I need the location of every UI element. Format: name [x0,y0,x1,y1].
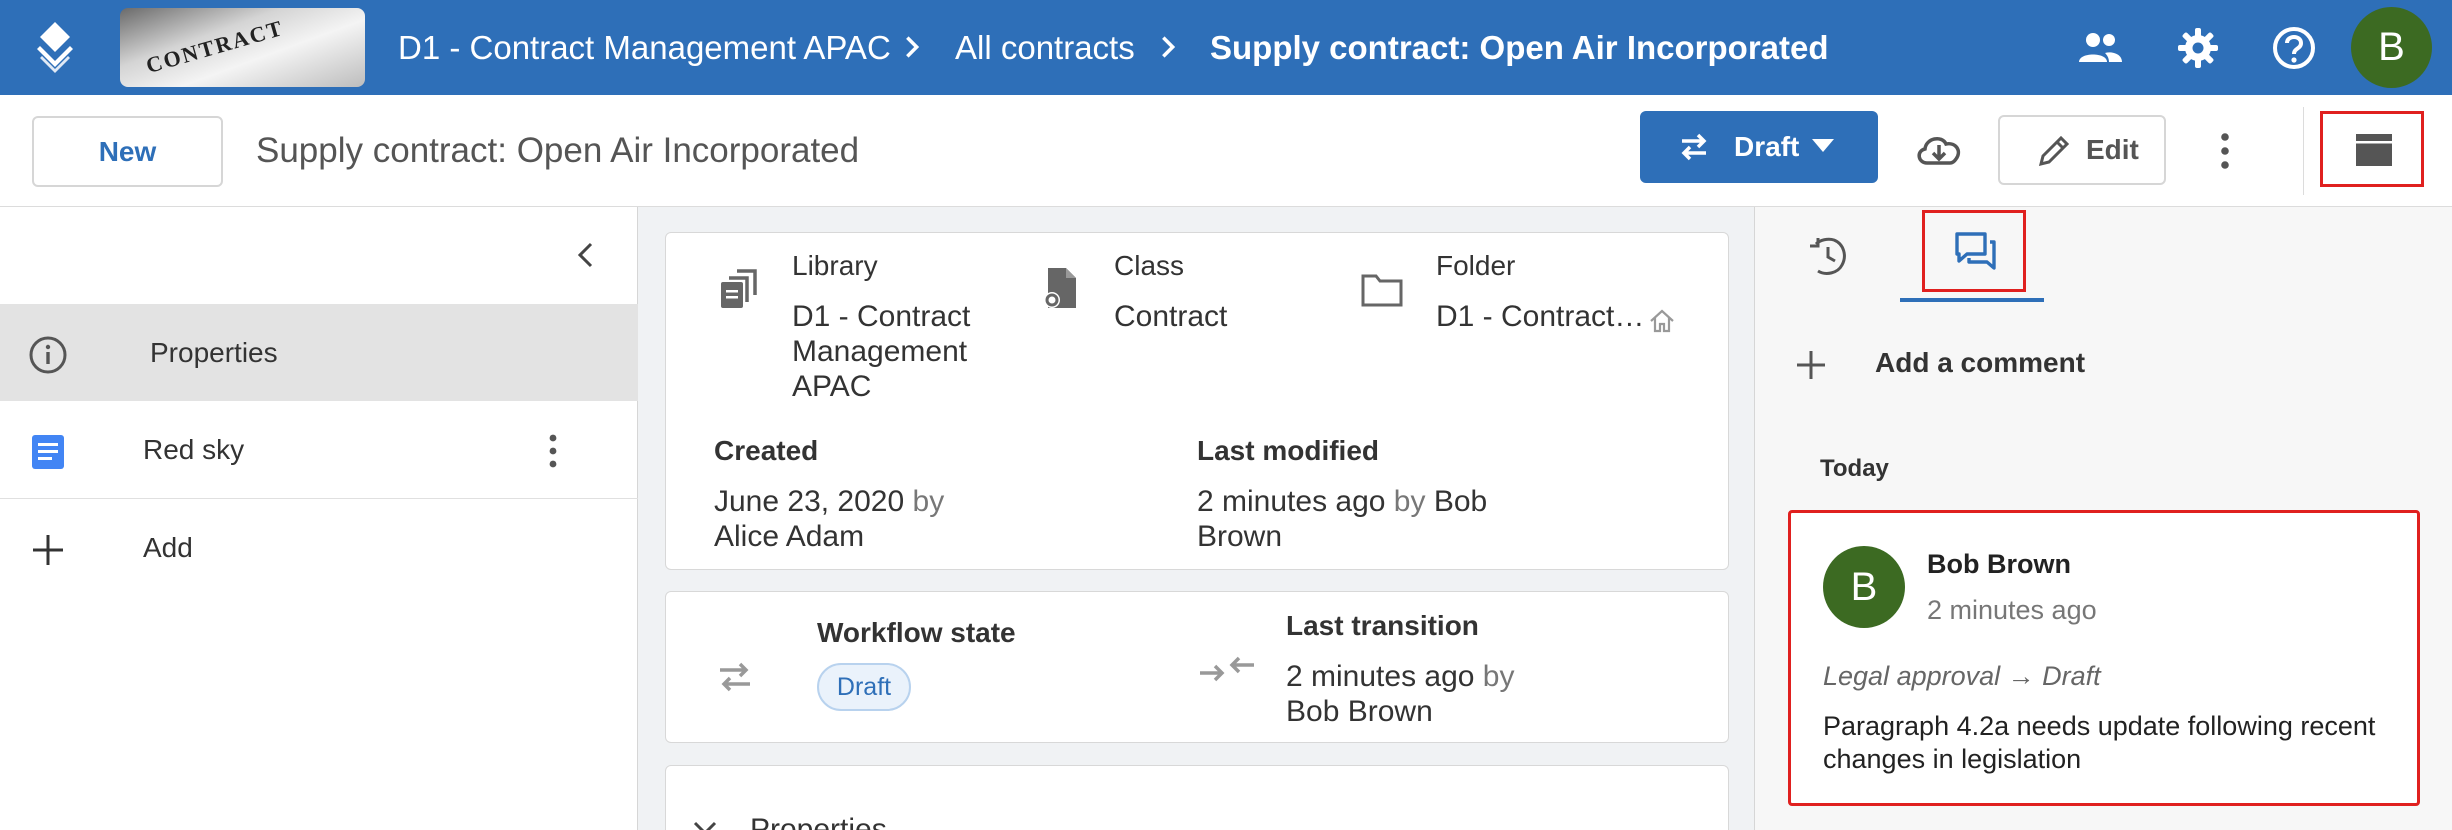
class-value: Contract [1114,300,1228,333]
side-panel-toggle-button[interactable] [2320,111,2424,187]
people-icon[interactable] [2076,24,2124,72]
panel-icon [2356,134,2392,166]
workflow-state-label: Draft [1734,131,1800,162]
user-avatar[interactable]: B [2351,7,2432,88]
add-comment-button[interactable]: Add a comment [1875,347,2085,379]
new-button[interactable]: New [32,116,223,187]
edit-button[interactable]: Edit [1998,115,2166,185]
workflow-state-button[interactable]: Draft [1640,111,1878,183]
sidebar-item-add[interactable]: Add [0,499,638,596]
arrows-merge-icon [1200,656,1254,682]
comment-text: Paragraph 4.2a needs update following re… [1823,711,2376,774]
tab-comments[interactable] [1922,210,2026,292]
by-label: by [1482,660,1515,693]
created-label: Created [714,435,819,466]
more-vertical-icon[interactable] [2210,131,2240,171]
library-label: Library [792,250,878,281]
comment-group-label: Today [1820,455,1889,482]
created-value: June 23, 2020 by Alice Adam [714,484,1014,554]
left-panel: Properties Red sky Add [0,207,638,830]
folder-icon [1361,274,1403,307]
comment-item: B Bob Brown 2 minutes ago Legal approval… [1788,510,2420,806]
chevron-down-icon[interactable] [690,818,720,830]
top-bar: CONTRACT D1 - Contract Management APAC A… [0,0,2452,95]
last-transition-label: Last transition [1286,610,1479,641]
transition-icon [1681,133,1707,161]
transition-icon [720,662,750,692]
help-icon[interactable] [2270,24,2318,72]
gear-icon[interactable] [2174,24,2222,72]
folder-label: Folder [1436,250,1516,281]
history-icon[interactable] [1806,234,1850,278]
breadcrumb-all-contracts[interactable]: All contracts [955,0,1135,95]
properties-section-label[interactable]: Properties [750,812,887,830]
modified-label: Last modified [1197,435,1380,466]
pencil-icon [2038,135,2070,167]
last-transition-value: 2 minutes ago by Bob Brown [1286,659,1566,729]
modified-date: 2 minutes ago [1197,485,1386,518]
caret-down-icon [1812,139,1834,152]
more-vertical-icon[interactable] [540,433,566,469]
home-icon[interactable] [1648,307,1676,335]
created-by: Alice Adam [714,520,865,553]
thumbnail-text: CONTRACT [143,14,287,79]
modified-value: 2 minutes ago by Bob Brown [1197,484,1497,554]
transition-by: Bob Brown [1286,695,1433,728]
cloud-download-icon[interactable] [1914,129,1964,169]
by-label: by [912,485,945,518]
chevron-left-icon[interactable] [570,239,602,271]
library-value: D1 - Contract Management APAC [792,300,971,403]
transition-time: 2 minutes ago [1286,660,1475,693]
comments-icon [1955,232,1996,270]
document-toolbar: New Supply contract: Open Air Incorporat… [0,95,2452,207]
sidebar-item-label: Add [143,532,193,563]
info-icon [29,336,67,374]
chevron-right-icon [1162,36,1176,58]
active-tab-indicator [1900,298,2044,302]
comment-author: Bob Brown [1927,549,2071,579]
plus-icon[interactable] [1794,348,1828,382]
folder-value[interactable]: D1 - Contract… [1436,299,1644,334]
sidebar-item-label: Red sky [143,434,245,465]
workflow-card [665,591,1729,743]
by-label: by [1393,485,1426,518]
comment-time: 2 minutes ago [1927,595,2097,625]
sidebar-item-properties[interactable]: Properties [0,304,638,401]
sidebar-item-red-sky[interactable]: Red sky [0,401,638,498]
class-label: Class [1114,250,1185,281]
sidebar-item-label: Properties [150,337,278,368]
document-icon [32,435,64,469]
chevron-right-icon [906,36,920,58]
breadcrumb-current: Supply contract: Open Air Incorporated [1210,29,1829,66]
toolbar-divider [2303,107,2304,195]
edit-label: Edit [2086,134,2139,165]
plus-icon [33,535,63,565]
workflow-state-label: Workflow state [817,617,1016,648]
breadcrumb-library[interactable]: D1 - Contract Management APAC [398,0,891,95]
comment-author-avatar: B [1823,546,1905,628]
comment-transition: Legal approval → Draft [1823,661,2101,691]
document-title: Supply contract: Open Air Incorporated [256,131,860,170]
workflow-state-chip: Draft [817,663,911,711]
class-file-icon [1044,268,1076,308]
created-date: June 23, 2020 [714,485,905,518]
app-logo-icon[interactable] [28,20,82,74]
document-thumbnail[interactable]: CONTRACT [120,8,365,87]
library-icon [721,269,757,308]
